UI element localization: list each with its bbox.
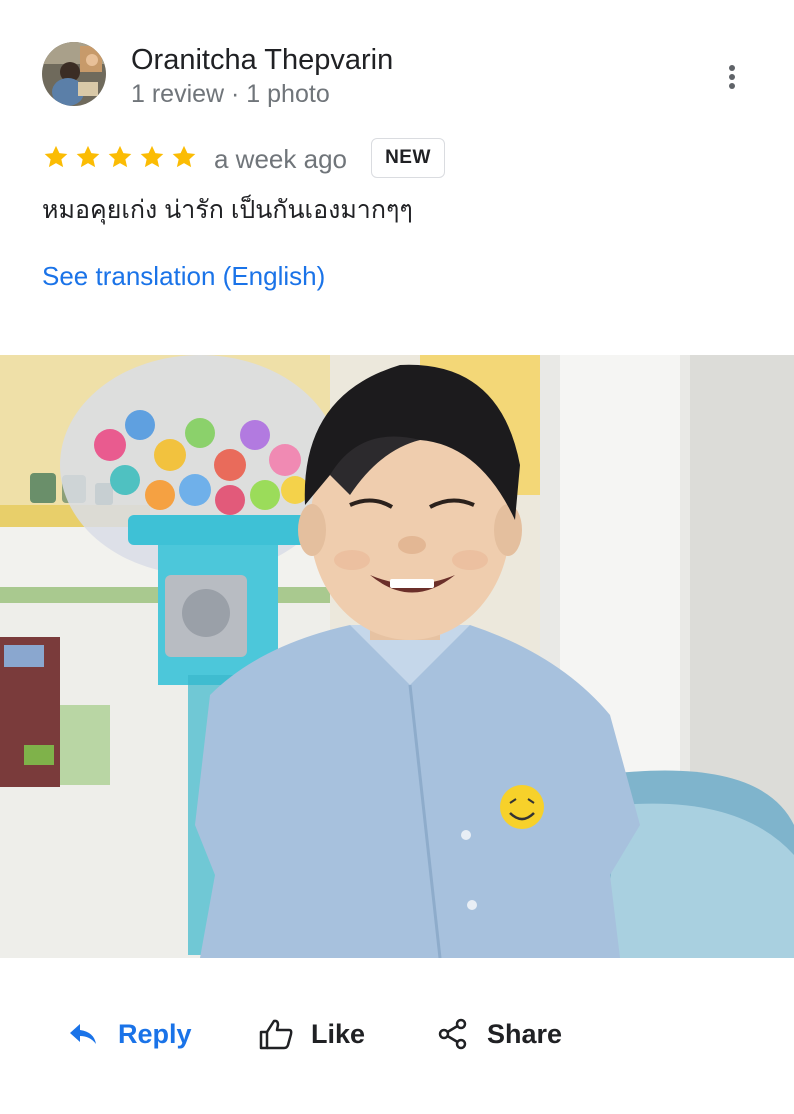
- review-text: หมอคุยเก่ง น่ารัก เป็นกันเองมากๆๆ: [42, 196, 413, 224]
- star-icon: [170, 143, 198, 173]
- share-button[interactable]: Share: [437, 1012, 562, 1056]
- like-button[interactable]: Like: [258, 1012, 365, 1056]
- share-icon: [438, 1018, 467, 1050]
- star-icon: [138, 143, 166, 173]
- reply-button[interactable]: Reply: [68, 1012, 192, 1056]
- like-label: Like: [311, 1019, 366, 1049]
- reply-arrow-icon: [70, 1024, 96, 1044]
- reply-label: Reply: [118, 1019, 192, 1049]
- new-badge: NEW: [371, 138, 445, 178]
- review-time: a week ago: [214, 144, 347, 174]
- see-translation-link[interactable]: See translation (English): [42, 260, 325, 292]
- share-label: Share: [487, 1019, 563, 1049]
- reviewer-avatar[interactable]: [42, 42, 106, 106]
- more-options-button[interactable]: [716, 60, 748, 94]
- thumbs-up-icon: [259, 1019, 293, 1050]
- reviewer-meta: 1 review · 1 photo: [131, 80, 330, 108]
- review-photo[interactable]: [0, 355, 794, 958]
- star-rating: [42, 143, 198, 173]
- reviewer-name[interactable]: Oranitcha Thepvarin: [131, 43, 393, 77]
- star-icon: [42, 143, 70, 173]
- star-icon: [74, 143, 102, 173]
- star-icon: [106, 143, 134, 173]
- more-vertical-icon: [729, 65, 735, 89]
